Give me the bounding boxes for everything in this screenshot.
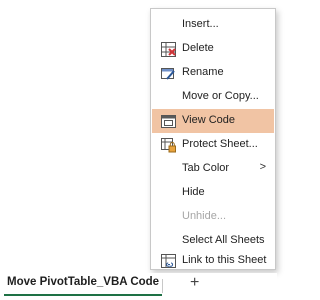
menu-item-move-or-copy[interactable]: Move or Copy...	[152, 85, 274, 109]
menu-item-hide[interactable]: Hide	[152, 181, 274, 205]
menu-item-label: Unhide...	[182, 210, 227, 222]
submenu-arrow-icon: >	[259, 161, 266, 173]
active-tab-underline	[4, 294, 163, 296]
add-sheet-button[interactable]: +	[190, 274, 199, 292]
menu-item-label: View Code	[182, 114, 235, 126]
menu-item-label: Hide	[182, 186, 205, 198]
menu-item-label: Rename	[182, 66, 224, 78]
menu-item-label: Delete	[182, 42, 214, 54]
delete-sheet-icon	[160, 41, 176, 57]
menu-item-link-to-sheet[interactable]: Link to this Sheet	[152, 249, 274, 273]
rename-icon	[160, 65, 176, 81]
menu-item-label: Link to this Sheet	[182, 254, 267, 266]
menu-item-rename[interactable]: Rename	[152, 61, 274, 85]
sheet-tab-bar: Move PivotTable_VBA Code +	[0, 273, 277, 300]
protect-sheet-icon	[160, 137, 176, 153]
menu-item-protect-sheet[interactable]: Protect Sheet...	[152, 133, 274, 157]
menu-item-view-code[interactable]: View Code	[152, 109, 274, 133]
menu-item-unhide: Unhide...	[152, 205, 274, 229]
menu-item-insert[interactable]: Insert...	[152, 13, 274, 37]
menu-item-delete[interactable]: Delete	[152, 37, 274, 61]
link-sheet-icon	[160, 253, 176, 269]
menu-item-tab-color[interactable]: Tab Color >	[152, 157, 274, 181]
menu-item-label: Protect Sheet...	[182, 138, 258, 150]
menu-item-label: Insert...	[182, 18, 219, 30]
sheet-tab-label: Move PivotTable_VBA Code	[7, 276, 160, 288]
sheet-tab-context-menu: Insert... Delete Rename Move or Copy... …	[150, 8, 276, 270]
view-code-icon	[160, 113, 176, 129]
sheet-tab-active[interactable]: Move PivotTable_VBA Code	[4, 276, 163, 296]
menu-item-label: Tab Color	[182, 162, 230, 174]
tab-separator	[162, 279, 163, 293]
menu-item-label: Select All Sheets	[182, 234, 265, 246]
menu-item-label: Move or Copy...	[182, 90, 259, 102]
